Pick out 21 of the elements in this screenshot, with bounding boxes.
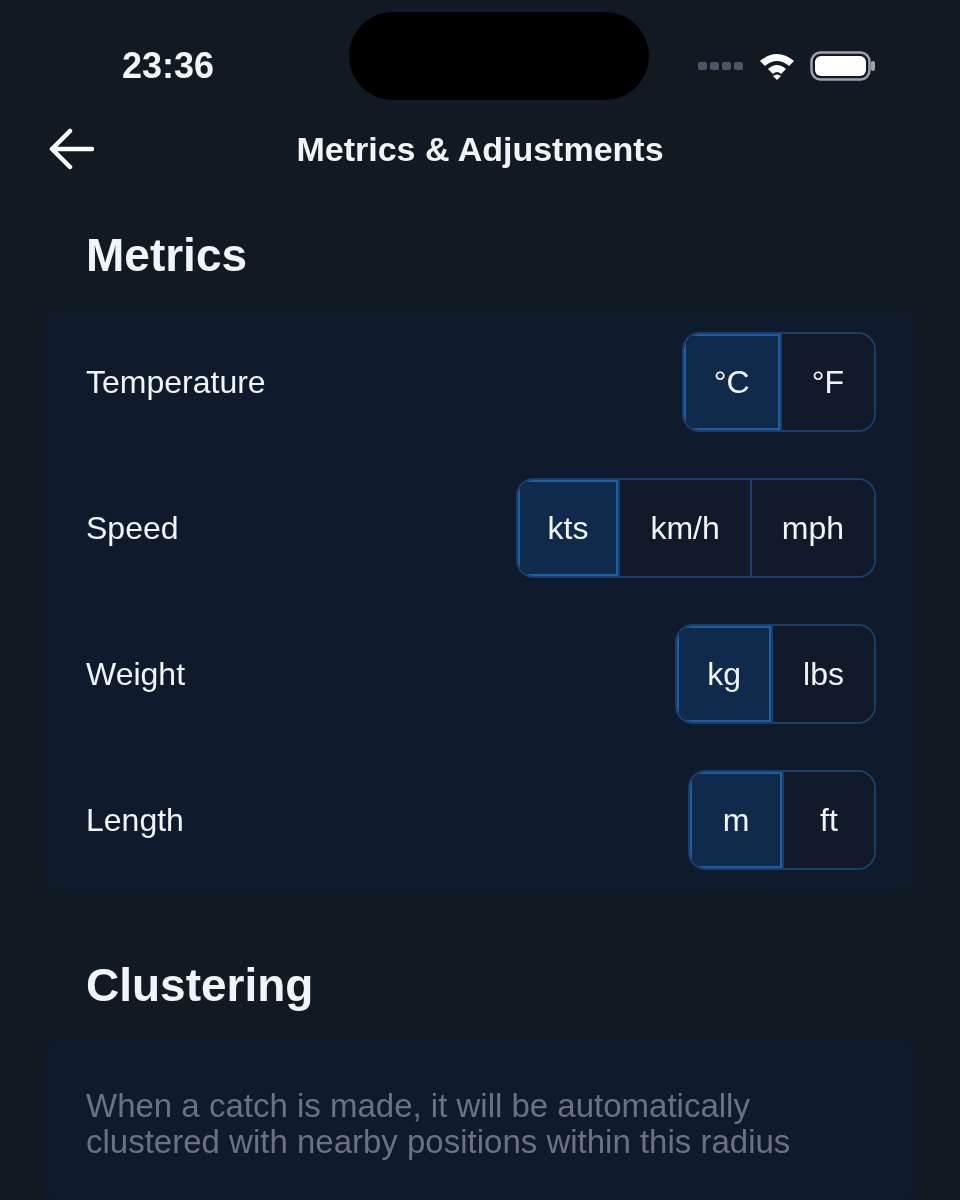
signal-icon [698,61,744,71]
screen-title: Metrics & Adjustments [295,129,665,169]
back-arrow-icon [48,128,94,170]
unit-option[interactable]: ft [782,772,874,868]
unit-option[interactable]: °C [683,334,780,430]
section-heading: Clustering [86,958,314,1012]
setting-label: Length [86,801,184,839]
wifi-icon [758,51,796,81]
section-heading: Metrics [86,228,248,282]
unit-option[interactable]: °F [779,334,874,430]
setting-label: Speed [86,509,179,547]
unit-option[interactable]: kts [517,480,619,576]
unit-option[interactable]: kg [677,626,772,722]
unit-option[interactable]: m [690,772,782,868]
status-time: 23:36 [122,45,216,87]
unit-option[interactable]: lbs [771,626,874,722]
battery-icon [810,51,876,81]
clustering-description: When a catch is made, it will be automatically clustered with nearby positions within this radius [86,1088,792,1160]
setting-label: Weight [86,655,185,693]
unit-option[interactable]: mph [749,480,874,576]
setting-label: Temperature [86,363,266,401]
